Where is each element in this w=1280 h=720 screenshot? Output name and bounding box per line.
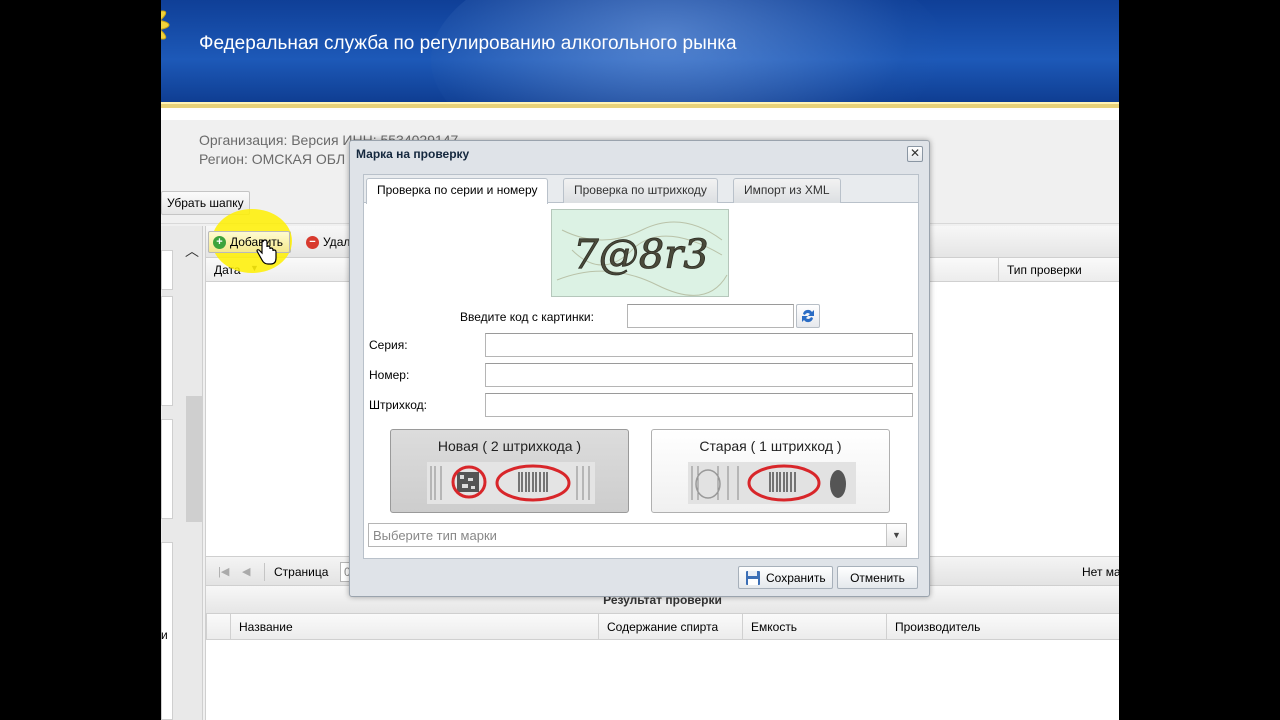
save-button[interactable]: Сохранить bbox=[738, 566, 833, 589]
pager-page-label: Страница bbox=[274, 565, 329, 579]
captcha-image: 7@8r3 bbox=[551, 209, 729, 297]
result-column-producer[interactable]: Производитель bbox=[886, 614, 1119, 640]
left-panel-label: и bbox=[161, 628, 168, 642]
captcha-label: Введите код с картинки: bbox=[460, 310, 594, 324]
new-stamp-image bbox=[427, 462, 595, 504]
tab-series-number[interactable]: Проверка по серии и номеру bbox=[366, 178, 549, 204]
captcha-input[interactable] bbox=[627, 304, 794, 328]
page-title: Федеральная служба по регулированию алко… bbox=[199, 33, 737, 54]
refresh-icon bbox=[802, 309, 814, 323]
header-band bbox=[161, 108, 1119, 120]
hand-cursor-icon bbox=[256, 239, 277, 265]
mark-type-new-button[interactable]: Новая ( 2 штрихкода ) bbox=[390, 429, 629, 513]
dialog-title: Марка на проверку bbox=[356, 147, 470, 161]
header-banner: Федеральная служба по регулированию алко… bbox=[161, 0, 1119, 108]
left-scrollbar[interactable] bbox=[186, 396, 202, 522]
old-stamp-image bbox=[688, 462, 856, 504]
mark-old-label: Старая ( 1 штрихкод ) bbox=[699, 438, 842, 454]
tab-import-xml[interactable]: Импорт из XML bbox=[733, 178, 841, 203]
tab-barcode[interactable]: Проверка по штрихкоду bbox=[563, 178, 718, 203]
save-button-label: Сохранить bbox=[766, 570, 826, 585]
close-icon[interactable]: ✕ bbox=[907, 146, 923, 162]
floppy-disk-icon bbox=[746, 570, 760, 585]
delete-button[interactable]: − Удал bbox=[302, 231, 354, 253]
left-card bbox=[161, 296, 173, 406]
minus-icon: − bbox=[306, 235, 319, 249]
prev-page-icon[interactable]: ◀ bbox=[242, 565, 250, 578]
chevron-down-icon[interactable]: ▼ bbox=[886, 524, 906, 546]
cancel-button[interactable]: Отменить bbox=[837, 566, 918, 589]
series-label: Серия: bbox=[369, 338, 408, 352]
refresh-captcha-button[interactable] bbox=[796, 304, 820, 328]
delete-button-label: Удал bbox=[323, 235, 351, 249]
mark-type-placeholder: Выберите тип марки bbox=[373, 528, 497, 543]
pager-separator bbox=[264, 563, 265, 581]
result-column-name[interactable]: Название bbox=[230, 614, 598, 640]
barcode-label: Штрихкод: bbox=[369, 398, 428, 412]
left-card bbox=[161, 419, 173, 519]
result-column-capacity[interactable]: Емкость bbox=[742, 614, 886, 640]
column-check-type[interactable]: Тип проверки bbox=[998, 258, 1090, 282]
collapse-up-icon[interactable]: ︿ bbox=[185, 241, 199, 261]
barcode-input[interactable] bbox=[485, 393, 913, 417]
left-card bbox=[161, 250, 173, 290]
dialog-body: Проверка по серии и номеру Проверка по ш… bbox=[363, 174, 919, 559]
plus-icon: + bbox=[213, 235, 226, 249]
result-header: Название Содержание спирта Емкость Произ… bbox=[206, 614, 1119, 640]
series-input[interactable] bbox=[485, 333, 913, 357]
pager-status: Нет ма bbox=[1082, 565, 1119, 579]
emblem-logo bbox=[161, 10, 170, 40]
result-column-alcohol[interactable]: Содержание спирта bbox=[598, 614, 742, 640]
number-input[interactable] bbox=[485, 363, 913, 387]
captcha-text: 7@8r3 bbox=[573, 232, 708, 278]
check-mark-dialog: Марка на проверку ✕ Проверка по серии и … bbox=[349, 140, 930, 597]
result-column-spacer bbox=[206, 614, 230, 640]
mark-type-select[interactable]: Выберите тип марки ▼ bbox=[368, 523, 907, 547]
mark-new-label: Новая ( 2 штрихкода ) bbox=[437, 438, 582, 454]
first-page-icon[interactable]: |◀ bbox=[218, 565, 229, 578]
mark-type-old-button[interactable]: Старая ( 1 штрихкод ) bbox=[651, 429, 890, 513]
tabs-strip: Проверка по серии и номеру Проверка по ш… bbox=[364, 175, 918, 204]
number-label: Номер: bbox=[369, 368, 410, 382]
